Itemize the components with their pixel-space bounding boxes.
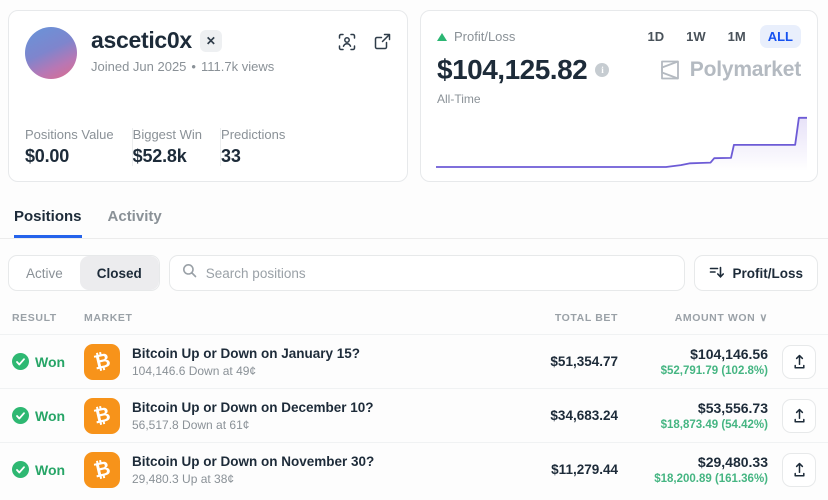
search-positions-box[interactable] [169,255,686,291]
pnl-chart [436,111,807,171]
top-cards: ascetic0x ✕ Joined Jun 2025 • 111.7k vie… [0,0,828,182]
meta-dot: • [191,59,196,74]
stat-value: $52.8k [133,146,202,167]
check-icon [12,353,29,370]
range-all-button[interactable]: ALL [760,25,801,48]
range-1m-button[interactable]: 1M [720,25,754,48]
amount-won-value: $104,146.56 [618,346,768,362]
info-icon[interactable]: i [595,63,609,77]
bitcoin-icon: ₿ [84,344,120,380]
market-subtitle: 29,480.3 Up at 38¢ [132,472,374,486]
market-title[interactable]: Bitcoin Up or Down on January 15? [132,346,360,361]
total-bet-value: $34,683.24 [550,408,618,423]
table-row[interactable]: Won ₿ Bitcoin Up or Down on December 10?… [0,388,828,442]
stat-positions-value: Positions Value $0.00 [25,127,132,167]
bitcoin-icon: ₿ [84,452,120,488]
amount-won-value: $29,480.33 [618,454,768,470]
market-title[interactable]: Bitcoin Up or Down on November 30? [132,454,374,469]
stat-label: Predictions [221,127,285,142]
sort-button-label: Profit/Loss [732,266,803,281]
tab-positions[interactable]: Positions [14,208,82,238]
market-subtitle: 56,517.8 Down at 61¢ [132,418,374,432]
tab-activity[interactable]: Activity [108,208,162,238]
share-icon [792,354,807,370]
pnl-label: Profit/Loss [454,29,515,44]
profit-loss-card: Profit/Loss 1D 1W 1M ALL $104,125.82 i P… [420,10,818,182]
share-button[interactable] [782,453,816,487]
positions-table: RESULT MARKET TOTAL BET AMOUNT WON ∨ Won… [0,297,828,496]
profit-value: $52,791.79 (102.8%) [618,365,768,377]
result-label: Won [35,354,65,370]
polymarket-watermark: Polymarket [658,58,801,82]
share-button[interactable] [782,399,816,433]
profile-meta: Joined Jun 2025 • 111.7k views [91,59,338,74]
amount-won-value: $53,556.73 [618,400,768,416]
result-label: Won [35,408,65,424]
profile-stats: Positions Value $0.00 Biggest Win $52.8k… [25,127,391,167]
pnl-period-label: All-Time [437,92,801,106]
range-1d-button[interactable]: 1D [640,25,673,48]
profit-value: $18,200.89 (161.36%) [618,473,768,485]
bitcoin-icon: ₿ [84,398,120,434]
filter-row: Active Closed Profit/Loss [8,255,818,291]
stat-biggest-win: Biggest Win $52.8k [133,127,220,167]
profit-value: $18,873.49 (54.42%) [618,419,768,431]
table-row[interactable]: Won ₿ Bitcoin Up or Down on January 15? … [0,334,828,388]
sort-icon [709,265,724,282]
share-icon [792,462,807,478]
result-label: Won [35,462,65,478]
stat-label: Positions Value [25,127,114,142]
check-icon [12,461,29,478]
header-total-bet: TOTAL BET [478,312,618,324]
stat-predictions: Predictions 33 [221,127,303,167]
stat-value: 33 [221,146,285,167]
chevron-down-icon: ∨ [759,311,768,324]
external-link-icon[interactable] [374,33,391,51]
header-market: MARKET [84,312,478,324]
search-icon [182,263,197,283]
x-twitter-badge-icon[interactable]: ✕ [200,30,222,52]
table-header-row: RESULT MARKET TOTAL BET AMOUNT WON ∨ [0,297,828,334]
scan-profile-icon[interactable] [338,33,356,51]
time-range-selector: 1D 1W 1M ALL [640,25,801,48]
sort-profit-loss-button[interactable]: Profit/Loss [694,255,818,291]
market-title[interactable]: Bitcoin Up or Down on December 10? [132,400,374,415]
result-badge: Won [12,407,84,424]
range-1w-button[interactable]: 1W [678,25,714,48]
search-input[interactable] [206,266,673,281]
share-icon [792,408,807,424]
up-triangle-icon [437,33,447,41]
header-result: RESULT [12,312,84,324]
check-icon [12,407,29,424]
total-bet-value: $51,354.77 [550,354,618,369]
market-subtitle: 104,146.6 Down at 49¢ [132,364,360,378]
profile-card: ascetic0x ✕ Joined Jun 2025 • 111.7k vie… [8,10,408,182]
avatar [25,27,77,79]
stat-value: $0.00 [25,146,114,167]
header-amount-won-label: AMOUNT WON [675,312,756,324]
pnl-value: $104,125.82 [437,54,587,86]
tab-bar: Positions Activity [0,208,828,239]
profile-name: ascetic0x [91,27,192,54]
watermark-text: Polymarket [690,58,801,82]
segment-closed[interactable]: Closed [80,256,159,290]
header-amount-won[interactable]: AMOUNT WON ∨ [618,311,768,324]
share-button[interactable] [782,345,816,379]
table-row[interactable]: Won ₿ Bitcoin Up or Down on November 30?… [0,442,828,496]
segment-active[interactable]: Active [9,256,80,290]
views-count: 111.7k views [201,59,274,74]
polymarket-logo-icon [658,58,682,82]
joined-date: Joined Jun 2025 [91,59,186,74]
total-bet-value: $11,279.44 [551,462,618,477]
stat-label: Biggest Win [133,127,202,142]
result-badge: Won [12,353,84,370]
result-badge: Won [12,461,84,478]
position-state-toggle: Active Closed [8,255,160,291]
